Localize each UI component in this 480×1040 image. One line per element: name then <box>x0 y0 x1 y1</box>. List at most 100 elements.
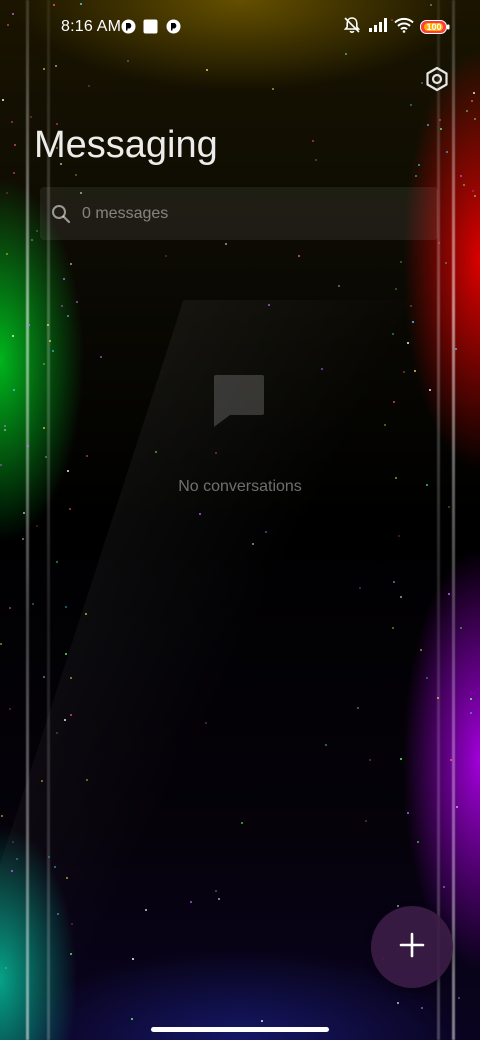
wallpaper-sparkle <box>130 1018 133 1021</box>
battery-level: 100 <box>426 22 442 32</box>
wallpaper-sparkle <box>43 427 46 430</box>
wallpaper-sparkle <box>357 707 360 710</box>
wallpaper-sparkle <box>65 652 68 655</box>
wallpaper-sparkle <box>400 596 403 599</box>
wallpaper-sparkle <box>413 370 416 373</box>
wallpaper-sparkle <box>400 758 403 761</box>
wallpaper-sparkle <box>189 900 192 903</box>
wallpaper-sparkle <box>70 952 73 955</box>
muted-bell-icon <box>342 15 362 40</box>
wallpaper-sparkle <box>427 123 430 126</box>
wallpaper-sparkle <box>55 560 58 563</box>
wallpaper-sparkle <box>297 255 300 258</box>
wallpaper-sparkle <box>409 104 412 107</box>
wallpaper-sparkle <box>271 87 274 90</box>
wallpaper-sparkle <box>393 400 396 403</box>
wallpaper-sparkle <box>439 127 442 130</box>
status-time: 8:16 AM <box>61 18 122 35</box>
wallpaper-sparkle <box>75 301 78 304</box>
wallpaper-sparkle <box>9 707 12 710</box>
wallpaper-sparkle <box>6 252 9 255</box>
wallpaper-sparkle <box>260 1019 263 1022</box>
settings-button[interactable] <box>420 64 454 98</box>
search-icon <box>51 204 71 224</box>
wallpaper-sparkle <box>396 905 399 908</box>
wallpaper-sparkle <box>126 59 129 62</box>
signal-icon <box>368 17 388 38</box>
wallpaper-sparkle <box>32 603 35 606</box>
wallpaper-sparkle <box>400 261 403 264</box>
wallpaper-sparkle <box>36 229 39 232</box>
wallpaper-sparkle <box>23 511 26 514</box>
wallpaper-sparkle <box>445 150 448 153</box>
wallpaper-sparkle <box>3 429 6 432</box>
square-notification-icon <box>143 19 158 34</box>
wallpaper-sparkle <box>4 967 7 970</box>
wallpaper-sparkle <box>224 243 227 246</box>
wallpaper-sparkle <box>85 778 88 781</box>
wallpaper-edge-line <box>26 0 29 1040</box>
chat-bubble-icon <box>212 373 266 429</box>
wallpaper-sparkle <box>36 525 39 528</box>
wallpaper-sparkle <box>455 347 458 350</box>
new-conversation-button[interactable] <box>371 906 453 988</box>
wallpaper-sparkle <box>264 530 267 533</box>
wallpaper-sparkle <box>407 341 410 344</box>
gesture-navigation-handle[interactable] <box>151 1027 329 1032</box>
wallpaper-sparkle <box>55 64 58 67</box>
settings-hexagon-icon <box>424 66 450 97</box>
wallpaper-sparkle <box>437 241 440 244</box>
wallpaper-sparkle <box>0 464 2 467</box>
wallpaper-sparkle <box>86 455 89 458</box>
wallpaper-sparkle <box>473 118 476 121</box>
search-bar[interactable] <box>40 187 438 240</box>
wallpaper-sparkle <box>324 744 327 747</box>
wallpaper-sparkle <box>66 314 69 317</box>
wallpaper-sparkle <box>459 175 462 178</box>
wallpaper-sparkle <box>252 543 255 545</box>
wallpaper-sparkle <box>444 262 447 265</box>
wallpaper-sparkle <box>87 85 90 88</box>
wallpaper-sparkle <box>29 116 32 119</box>
search-input[interactable] <box>82 201 422 227</box>
wallpaper-sparkle <box>198 512 201 515</box>
status-right-icons: 100 <box>342 16 450 38</box>
wallpaper-sparkle <box>411 320 414 323</box>
wallpaper-sparkle <box>1 815 4 818</box>
wallpaper-sparkle <box>31 238 34 241</box>
messaging-screen: 8:16 AM 100 Messaging 0 messages No conv… <box>0 0 480 1040</box>
wallpaper-sparkle <box>11 121 14 124</box>
wallpaper-sparkle <box>394 287 397 290</box>
status-bar: 8:16 AM 100 <box>0 0 480 56</box>
wifi-icon <box>394 17 414 38</box>
wallpaper-sparkle <box>65 605 68 608</box>
wallpaper-sparkle <box>2 98 5 101</box>
wallpaper-sparkle <box>14 144 17 147</box>
wallpaper-sparkle <box>4 424 7 427</box>
wallpaper-sparkle <box>60 304 63 307</box>
wallpaper-edge-line <box>437 0 440 1040</box>
wallpaper-sparkle <box>54 865 57 868</box>
wallpaper-sparkle <box>42 675 45 678</box>
wallpaper-sparkle <box>407 812 410 815</box>
wallpaper-sparkle <box>43 68 46 71</box>
wallpaper-sparkle <box>312 140 315 143</box>
wallpaper-sparkle <box>12 389 15 392</box>
wallpaper-sparkle <box>131 958 134 961</box>
wallpaper-sparkle <box>469 711 472 714</box>
wallpaper-sparkle <box>314 158 317 161</box>
wallpaper-sparkle <box>40 779 43 782</box>
wallpaper-sparkle <box>474 194 477 197</box>
app-notification-icon <box>121 19 136 34</box>
wallpaper-sparkle <box>447 592 450 595</box>
wallpaper-sparkle <box>439 118 442 121</box>
wallpaper-sparkle <box>466 110 469 113</box>
wallpaper-sparkle <box>56 731 59 734</box>
wallpaper-sparkle <box>459 627 462 630</box>
wallpaper-sparkle <box>0 642 3 645</box>
wallpaper-sparkle <box>472 92 475 95</box>
plus-icon <box>398 931 426 964</box>
wallpaper-sparkle <box>392 627 395 630</box>
wallpaper-sparkle <box>417 841 420 844</box>
app-notification-icon <box>166 19 181 34</box>
